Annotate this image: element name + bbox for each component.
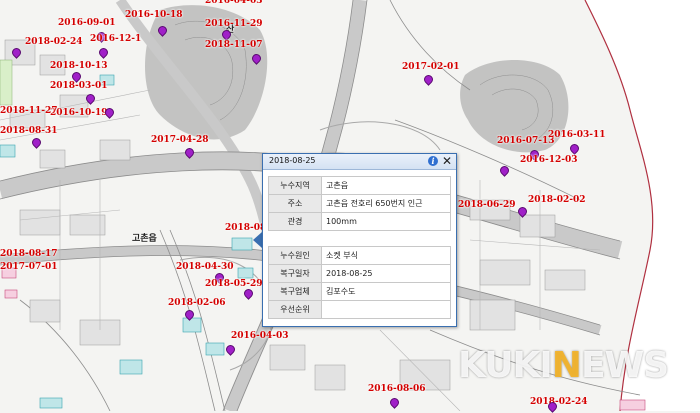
- place-label-gochon: 고촌읍: [132, 234, 157, 244]
- table-row: 복구일자 2018-08-25: [268, 264, 451, 283]
- repair-info-table: 누수원인 소켓 부식 복구일자 2018-08-25 복구업체 김포수도 우선순위: [268, 246, 451, 319]
- marker-label[interactable]: 2018-05-29: [205, 279, 263, 289]
- field-value: 김포수도: [321, 282, 451, 301]
- marker-label[interactable]: 2017-02-01: [402, 62, 460, 72]
- marker-label[interactable]: 2016-03-11: [548, 130, 606, 140]
- marker-label[interactable]: 2016-11-29: [205, 19, 263, 29]
- marker-label[interactable]: 2018-06-29: [458, 200, 516, 210]
- table-row: 복구업체 김포수도: [268, 282, 451, 301]
- marker-label[interactable]: 2016-12-03: [520, 155, 578, 165]
- marker-label[interactable]: 2018-04-30: [176, 262, 234, 272]
- marker-label[interactable]: 2016-10-18: [125, 10, 183, 20]
- watermark-part: KUKI: [458, 345, 553, 386]
- marker-label[interactable]: 2017-07-01: [0, 262, 58, 272]
- table-row: 우선순위: [268, 300, 451, 319]
- field-value: 100mm: [321, 212, 451, 231]
- marker-label[interactable]: 2018-11-27: [0, 106, 58, 116]
- close-icon[interactable]: ✕: [441, 154, 453, 168]
- leak-info-popup: 2018-08-25 i ✕ 누수지역 고촌읍 주소 고촌읍 전호리 650번지 인…: [262, 153, 457, 327]
- marker-label[interactable]: 2016-04-03: [231, 331, 289, 341]
- marker-label[interactable]: 2016-12-1: [90, 34, 141, 44]
- marker-label[interactable]: 2016-09-01: [58, 18, 116, 28]
- marker-label[interactable]: 2018-11-07: [205, 40, 263, 50]
- marker-label[interactable]: 2018-03-01: [50, 81, 108, 91]
- marker-label[interactable]: 2016-07-13: [497, 136, 555, 146]
- popup-pointer: [253, 232, 262, 248]
- kukinews-watermark: KUKINEWS: [458, 345, 669, 386]
- field-value: [321, 300, 451, 319]
- table-row: 주소 고촌읍 전호리 650번지 인근: [268, 194, 451, 213]
- popup-title: 2018-08-25: [269, 156, 316, 165]
- marker-label[interactable]: 2018-10-13: [50, 61, 108, 71]
- field-label: 관경: [268, 212, 322, 231]
- field-value: 2018-08-25: [321, 264, 451, 283]
- table-row: 누수지역 고촌읍: [268, 176, 451, 195]
- marker-label[interactable]: 2018-08-17: [0, 249, 58, 259]
- watermark-part: EWS: [580, 345, 669, 386]
- marker-label[interactable]: 2018-02-24: [530, 397, 588, 407]
- field-value: 고촌읍: [321, 176, 451, 195]
- popup-header: 2018-08-25 i ✕: [263, 154, 456, 170]
- marker-label[interactable]: 2016-08-06: [368, 384, 426, 394]
- table-row: 누수원인 소켓 부식: [268, 246, 451, 265]
- watermark-part: N: [551, 345, 582, 386]
- marker-label[interactable]: 2018-08-31: [0, 126, 58, 136]
- field-label: 우선순위: [268, 300, 322, 319]
- info-icon[interactable]: i: [428, 156, 438, 166]
- marker-label[interactable]: 2018-02-02: [528, 195, 586, 205]
- field-label: 복구업체: [268, 282, 322, 301]
- marker-label[interactable]: 2016-04-03: [205, 0, 263, 6]
- field-label: 복구일자: [268, 264, 322, 283]
- marker-label[interactable]: 2016-10-19: [50, 108, 108, 118]
- field-label: 누수원인: [268, 246, 322, 265]
- field-value: 고촌읍 전호리 650번지 인근: [321, 194, 451, 213]
- marker-label[interactable]: 2018-02-24: [25, 37, 83, 47]
- green-area: [0, 59, 13, 106]
- marker-label[interactable]: 2018-02-06: [168, 298, 226, 308]
- field-label: 누수지역: [268, 176, 322, 195]
- field-label: 주소: [268, 194, 322, 213]
- table-row: 관경 100mm: [268, 212, 451, 231]
- field-value: 소켓 부식: [321, 246, 451, 265]
- leak-location-table: 누수지역 고촌읍 주소 고촌읍 전호리 650번지 인근 관경 100mm: [268, 176, 451, 231]
- marker-label[interactable]: 2017-04-28: [151, 135, 209, 145]
